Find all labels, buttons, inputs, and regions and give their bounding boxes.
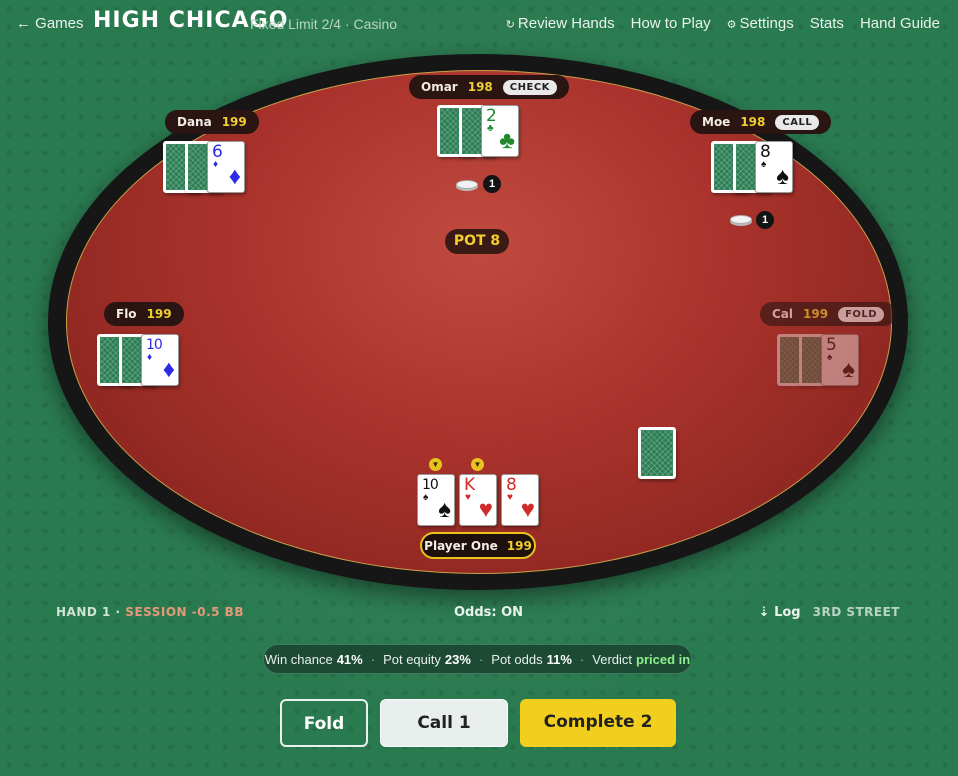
spade-icon: ♠ bbox=[842, 356, 855, 383]
player-action-badge: CHECK bbox=[502, 79, 557, 95]
player-name: Omar bbox=[421, 80, 458, 94]
top-nav: ↻ Review Hands How to Play ⚙ Settings Stat… bbox=[506, 15, 940, 32]
hole-card-marker-icon: ▼ bbox=[471, 458, 484, 471]
settings-label: Settings bbox=[739, 15, 794, 32]
player-stack: 199 bbox=[146, 307, 172, 321]
hero-card[interactable]: 8 ♥ ♥ bbox=[501, 474, 539, 526]
pot-equity-label: Pot equity bbox=[383, 651, 441, 667]
hand-number: HAND 1 · bbox=[56, 605, 121, 619]
player-action-badge: FOLD bbox=[838, 306, 885, 322]
win-chance-label: Win chance bbox=[264, 651, 333, 667]
top-bar: ← Games HIGH CHICAGO Fixed Limit 2/4 · C… bbox=[0, 0, 958, 46]
card-suit-small: ♠ bbox=[761, 159, 767, 170]
player-stack: 198 bbox=[740, 115, 766, 129]
win-chance-value: 41% bbox=[336, 651, 363, 667]
call-button[interactable]: Call 1 bbox=[380, 699, 508, 747]
review-hands-link[interactable]: ↻ Review Hands bbox=[506, 15, 615, 32]
heart-icon: ♥ bbox=[478, 496, 493, 523]
review-hands-label: Review Hands bbox=[517, 15, 615, 32]
odds-bar: Win chance 41% · Pot equity 23% · Pot odds… bbox=[263, 644, 692, 674]
stats-link[interactable]: Stats bbox=[810, 15, 844, 32]
pot-odds-value: 11% bbox=[546, 651, 572, 667]
diamond-icon: ♦ bbox=[228, 163, 241, 190]
upcard-flo: 10 ♦ ♦ bbox=[141, 334, 179, 386]
chip-icon bbox=[456, 180, 478, 189]
card-suit-small: ♥ bbox=[465, 492, 471, 503]
separator: · bbox=[370, 651, 376, 667]
how-to-play-link[interactable]: How to Play bbox=[631, 15, 711, 32]
hand-guide-link[interactable]: Hand Guide bbox=[860, 15, 940, 32]
fold-button[interactable]: Fold bbox=[280, 699, 368, 747]
hero-plate: Player One 199 bbox=[420, 532, 536, 559]
game-subtitle: Fixed Limit 2/4 · Casino bbox=[250, 16, 398, 32]
deck-card bbox=[638, 427, 676, 479]
diamond-icon: ♦ bbox=[162, 356, 175, 383]
player-plate-moe: Moe 198 CALL bbox=[690, 110, 832, 134]
player-name: Dana bbox=[177, 115, 212, 129]
separator: · bbox=[579, 651, 585, 667]
odds-toggle[interactable]: Odds: ON bbox=[454, 605, 523, 620]
heart-icon: ♥ bbox=[520, 496, 535, 523]
card-suit-small: ♣ bbox=[487, 123, 494, 134]
hero-stack: 199 bbox=[506, 538, 532, 553]
player-name: Cal bbox=[772, 307, 794, 321]
player-plate-omar: Omar 198 CHECK bbox=[409, 75, 569, 99]
pot-equity-value: 23% bbox=[444, 651, 471, 667]
player-action-badge: CALL bbox=[775, 114, 820, 130]
complete-button[interactable]: Complete 2 bbox=[520, 699, 676, 747]
hole-card-marker-icon: ▼ bbox=[429, 458, 442, 471]
player-name: Moe bbox=[702, 115, 731, 129]
hero-name: Player One bbox=[424, 538, 498, 553]
refresh-icon: ↻ bbox=[505, 19, 515, 31]
settings-link[interactable]: ⚙ Settings bbox=[727, 15, 794, 32]
player-plate-cal: Cal 199 FOLD bbox=[760, 302, 897, 326]
spade-icon: ♠ bbox=[438, 496, 451, 523]
player-name: Flo bbox=[116, 307, 137, 321]
back-to-games-link[interactable]: ← Games bbox=[16, 15, 84, 32]
hero-card[interactable]: 10 ♠ ♠ bbox=[417, 474, 455, 526]
card-suit-small: ♠ bbox=[423, 492, 429, 503]
verdict-label: Verdict bbox=[592, 651, 633, 667]
bet-count-omar: 1 bbox=[483, 175, 501, 193]
gear-icon: ⚙ bbox=[726, 19, 737, 31]
pot-odds-label: Pot odds bbox=[491, 651, 543, 667]
club-icon: ♣ bbox=[499, 127, 515, 154]
player-stack: 199 bbox=[803, 307, 829, 321]
upcard-dana: 6 ♦ ♦ bbox=[207, 141, 245, 193]
player-plate-dana: Dana 199 bbox=[165, 110, 259, 134]
upcard-cal: 5 ♠ ♠ bbox=[821, 334, 859, 386]
pot-badge: POT 8 bbox=[445, 229, 509, 254]
spade-icon: ♠ bbox=[776, 163, 789, 190]
card-suit-small: ♠ bbox=[827, 352, 833, 363]
player-stack: 198 bbox=[467, 80, 493, 94]
separator: · bbox=[478, 651, 484, 667]
verdict-value: priced in bbox=[636, 651, 691, 667]
hero-card[interactable]: K ♥ ♥ bbox=[459, 474, 497, 526]
card-suit-small: ♦ bbox=[213, 159, 219, 170]
chip-icon bbox=[730, 215, 752, 224]
bet-count-moe: 1 bbox=[756, 211, 774, 229]
log-button[interactable]: ⇣ Log bbox=[759, 605, 801, 620]
card-suit-small: ♦ bbox=[147, 352, 153, 363]
street-label: 3RD STREET bbox=[812, 605, 900, 619]
session-result: SESSION -0.5 BB bbox=[125, 605, 244, 619]
session-status: HAND 1 · SESSION -0.5 BB bbox=[56, 605, 244, 619]
player-plate-flo: Flo 199 bbox=[104, 302, 184, 326]
upcard-omar: 2 ♣ ♣ bbox=[481, 105, 519, 157]
card-suit-small: ♥ bbox=[507, 492, 513, 503]
upcard-moe: 8 ♠ ♠ bbox=[755, 141, 793, 193]
log-and-street: ⇣ Log 3RD STREET bbox=[759, 605, 900, 620]
player-stack: 199 bbox=[221, 115, 247, 129]
